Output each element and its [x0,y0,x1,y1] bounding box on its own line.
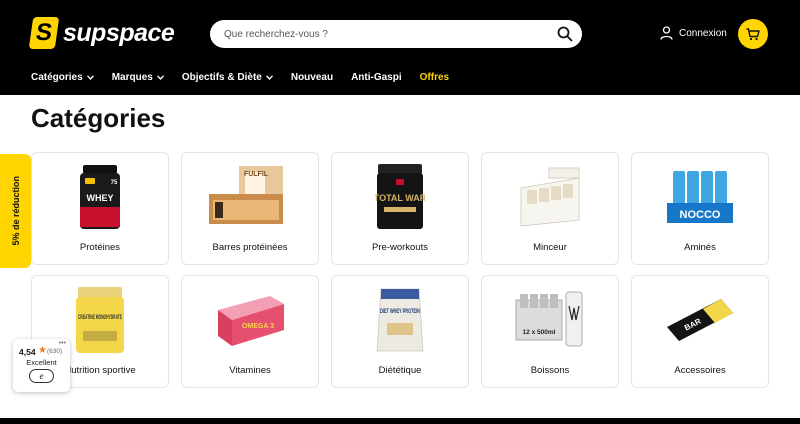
category-label: Boissons [530,365,570,376]
star-icon: ★ [38,345,47,356]
chevron-down-icon [86,75,94,80]
cans-pack-image-text: 12 x 500ml [523,329,556,336]
nav-item-offers[interactable]: Offres [420,72,449,83]
chevron-down-icon [156,75,164,80]
cans-pack-image: NOCCO [655,161,745,233]
nav-item-categories[interactable]: Catégories [31,72,94,83]
cart-button[interactable] [738,19,768,49]
category-label: Pre-workouts [372,242,428,253]
brand-logo[interactable]: S supspace [28,17,175,49]
rating-widget[interactable]: ••• 4,54 ★ (630) Excellent e [13,339,70,392]
cans-image-text: NOCCO [680,209,721,221]
category-card-dietetique[interactable]: DIET WHEY PROTEIN Diététique [331,275,469,388]
nav-label: Catégories [31,72,83,83]
category-card-proteines[interactable]: 75 WHEY Protéines [31,152,169,265]
protein-image-text: WHEY [87,193,114,203]
search-bar[interactable] [210,20,582,48]
rating-score: 4,54 [19,347,36,357]
nav-item-anti-gaspi[interactable]: Anti-Gaspi [351,72,402,83]
more-icon: ••• [58,340,66,347]
nav-item-goals[interactable]: Objectifs & Diète [182,72,273,83]
category-label: Aminés [684,242,716,253]
category-label: Minceur [533,242,567,253]
nav-label: Objectifs & Diète [181,72,262,83]
page-title: Catégories [31,103,166,133]
login-link[interactable]: Connexion [660,26,727,40]
omega-box-image: OMEGA 3 [205,284,295,356]
energy-cans-image: 12 x 500ml [505,284,595,356]
review-badge-letter: e [39,371,44,381]
protein-badge: 75 [111,180,118,186]
nav-item-new[interactable]: Nouveau [291,72,333,83]
site-header: S supspace Connexion Catégories Marques [0,0,800,95]
category-card-amines[interactable]: NOCCO Aminés [631,152,769,265]
nav-label: Marques [111,72,153,83]
category-card-minceur[interactable]: Minceur [481,152,619,265]
main-nav: Catégories Marques Objectifs & Diète Nou… [31,72,467,83]
login-label: Connexion [679,27,727,39]
footer-edge [0,418,800,424]
category-card-preworkouts[interactable]: TOTAL WAR Pre-workouts [331,152,469,265]
category-label: Protéines [79,242,121,253]
creatine-image-text: CREATINE MONOHYDRATE [78,314,122,321]
cart-icon [746,27,760,40]
protein-bar-image: BAR [655,284,745,356]
nav-label: Offres [419,72,450,83]
protein-bar-box-image: FULFIL [205,161,295,233]
category-label: Vitamines [229,365,271,376]
bar-display-box-image [505,161,595,233]
brand-logo-icon: S [28,17,60,49]
brand-name: supspace [63,18,175,47]
nav-label: Nouveau [290,72,334,83]
category-label: Accessoires [674,365,726,376]
discount-tab[interactable]: 5% de réduction [0,154,31,268]
preworkout-image-text: TOTAL WAR [375,193,425,203]
category-card-boissons[interactable]: 12 x 500ml Boissons [481,275,619,388]
pouch-image-text: DIET WHEY PROTEIN [380,309,420,315]
nav-item-brands[interactable]: Marques [112,72,164,83]
protein-tub-image: 75 WHEY [55,161,145,233]
omega-image-text: OMEGA 3 [242,323,274,330]
category-card-accessoires[interactable]: BAR Accessoires [631,275,769,388]
user-icon [660,26,673,40]
search-input[interactable] [224,20,544,48]
category-label: Diététique [378,365,422,376]
discount-label: 5% de réduction [10,176,21,246]
search-icon[interactable] [557,26,573,42]
protein-pouch-image: DIET WHEY PROTEIN [355,284,445,356]
nav-label: Anti-Gaspi [351,72,402,83]
bar-box-image-text: FULFIL [244,171,269,178]
category-card-barres[interactable]: FULFIL Barres protéinées [181,152,319,265]
chevron-down-icon [265,75,273,80]
rating-count: (630) [47,348,63,355]
category-label: Barres protéinées [212,242,288,253]
rating-label: Excellent [26,358,57,367]
review-badge-icon: e [29,369,54,383]
preworkout-tub-image: TOTAL WAR [355,161,445,233]
category-card-vitamines[interactable]: OMEGA 3 Vitamines [181,275,319,388]
